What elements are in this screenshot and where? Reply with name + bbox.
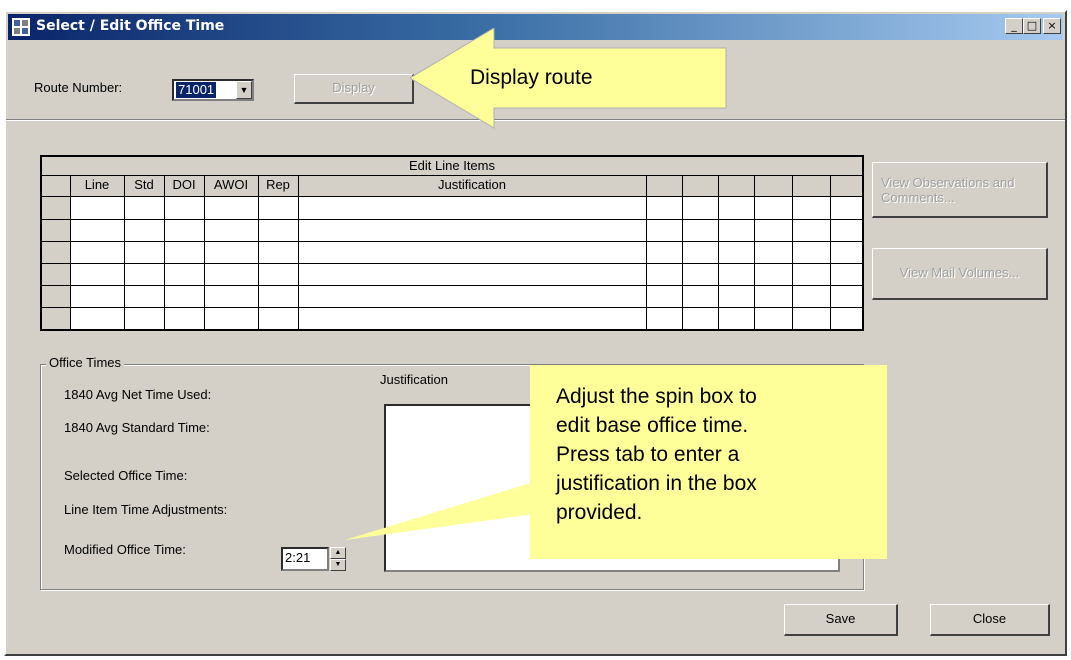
callout-line: edit base office time. xyxy=(556,414,749,437)
line-item-adjustments-label: Line Item Time Adjustments: xyxy=(64,502,228,517)
column-header-std[interactable]: Std xyxy=(124,177,164,192)
display-button[interactable]: Display xyxy=(294,74,414,104)
grid-column-divider xyxy=(754,175,755,329)
grid-column-divider xyxy=(164,175,165,329)
grid-column-divider xyxy=(70,175,71,329)
spin-box-callout: Adjust the spin box to edit base office … xyxy=(556,382,896,527)
window-title: Select / Edit Office Time xyxy=(36,18,225,34)
close-window-button[interactable]: × xyxy=(1043,18,1061,34)
grid-column-divider xyxy=(830,175,831,329)
route-number-value: 71001 xyxy=(176,82,217,98)
close-button-label: Close xyxy=(972,611,1007,626)
grid-column-divider xyxy=(298,175,299,329)
grid-column-divider xyxy=(718,175,719,329)
grid-column-divider xyxy=(792,175,793,329)
display-route-callout: Display route xyxy=(470,66,593,89)
column-header-justification[interactable]: Justification xyxy=(298,177,646,192)
grid-line xyxy=(42,196,862,197)
minimize-button[interactable]: _ xyxy=(1005,18,1023,34)
grid-column-divider xyxy=(682,175,683,329)
save-button-label: Save xyxy=(825,611,856,626)
grid-row-divider xyxy=(42,219,862,220)
display-button-label: Display xyxy=(332,80,375,95)
callout-line: Press tab to enter a xyxy=(556,443,740,466)
app-icon xyxy=(12,18,30,36)
close-button[interactable]: Close xyxy=(930,604,1050,636)
route-number-combobox[interactable]: 71001 ▼ xyxy=(172,79,254,101)
office-times-title: Office Times xyxy=(46,355,125,370)
grid-title: Edit Line Items xyxy=(409,158,495,173)
column-header-doi[interactable]: DOI xyxy=(164,177,204,192)
grid-column-divider xyxy=(258,175,259,329)
grid-column-divider xyxy=(124,175,125,329)
modified-office-time-input[interactable]: 2:21 xyxy=(281,547,329,571)
callout-line: provided. xyxy=(556,501,643,524)
avg-standard-time-label: 1840 Avg Standard Time: xyxy=(64,420,210,435)
callout-line: justification in the box xyxy=(556,472,757,495)
grid-row-divider xyxy=(42,285,862,286)
route-number-label: Route Number: xyxy=(34,80,123,95)
grid-column-divider xyxy=(646,175,647,329)
grid-line xyxy=(42,175,862,176)
column-header-awoi[interactable]: AWOI xyxy=(204,177,258,192)
selected-office-time-label: Selected Office Time: xyxy=(64,468,188,483)
chevron-down-icon[interactable]: ▼ xyxy=(236,81,252,99)
grid-row-divider xyxy=(42,307,862,308)
save-button[interactable]: Save xyxy=(784,604,898,636)
column-header-line[interactable]: Line xyxy=(70,177,124,192)
grid-column-divider xyxy=(204,175,205,329)
view-observations-button[interactable]: View Observations and Comments... xyxy=(872,162,1048,218)
avg-net-time-label: 1840 Avg Net Time Used: xyxy=(64,387,212,402)
grid-row-divider xyxy=(42,263,862,264)
view-mail-volumes-label: View Mail Volumes... xyxy=(899,265,1020,280)
column-header-rep[interactable]: Rep xyxy=(258,177,298,192)
callout-line: Adjust the spin box to xyxy=(556,385,757,408)
line-items-grid[interactable]: Edit Line Items Line Std DOI AWOI Rep Ju… xyxy=(40,155,864,331)
view-observations-label: View Observations and Comments... xyxy=(881,175,1015,205)
view-mail-volumes-button[interactable]: View Mail Volumes... xyxy=(872,248,1048,300)
grid-row-divider xyxy=(42,241,862,242)
modified-office-time-label: Modified Office Time: xyxy=(64,542,186,557)
maximize-button[interactable]: □ xyxy=(1023,18,1041,34)
